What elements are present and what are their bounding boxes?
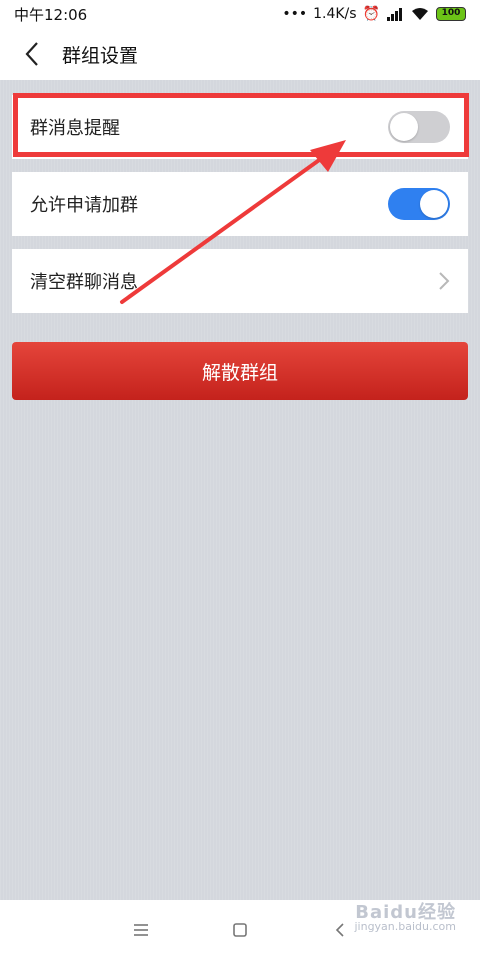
- status-icons: ••• 1.4K/s ⏰ 100: [282, 6, 466, 22]
- allow-join-toggle[interactable]: [388, 188, 450, 220]
- setting-row-group-reminder: 群消息提醒: [12, 95, 468, 159]
- toggle-knob: [420, 190, 448, 218]
- signal-icon: [387, 8, 402, 21]
- watermark-brand: Baidu经验: [355, 902, 456, 923]
- back-button[interactable]: [10, 28, 54, 80]
- home-square-icon: [233, 923, 247, 937]
- chevron-right-icon: [439, 272, 450, 290]
- allow-join-label: 允许申请加群: [30, 195, 138, 216]
- menu-icon: [134, 924, 148, 936]
- nav-bar: 群组设置: [0, 28, 480, 80]
- chevron-left-icon: [25, 42, 38, 66]
- group-reminder-label: 群消息提醒: [30, 118, 120, 139]
- status-bar: 中午12:06 ••• 1.4K/s ⏰ 100: [0, 0, 480, 28]
- page-title: 群组设置: [62, 44, 139, 67]
- network-speed: 1.4K/s: [313, 6, 357, 22]
- watermark-url: jingyan.baidu.com: [354, 920, 456, 933]
- status-time: 中午12:06: [14, 5, 88, 24]
- group-reminder-toggle[interactable]: [388, 111, 450, 143]
- chevron-left-icon: [335, 923, 344, 937]
- menu-button[interactable]: [127, 916, 155, 944]
- battery-icon: 100: [436, 7, 466, 21]
- dissolve-group-button[interactable]: 解散群组: [12, 342, 468, 400]
- clear-chat-label: 清空群聊消息: [30, 272, 138, 293]
- system-back-button[interactable]: [326, 916, 354, 944]
- more-dots-icon: •••: [282, 6, 308, 22]
- system-nav-bar: Baidu经验 jingyan.baidu.com: [0, 900, 480, 956]
- home-button[interactable]: [226, 916, 254, 944]
- setting-row-allow-join: 允许申请加群: [12, 172, 468, 236]
- setting-row-clear-chat[interactable]: 清空群聊消息: [12, 249, 468, 313]
- baidu-watermark: Baidu经验 jingyan.baidu.com: [354, 902, 456, 934]
- alarm-icon: ⏰: [362, 6, 380, 22]
- wifi-icon: [412, 8, 428, 20]
- toggle-knob: [390, 113, 418, 141]
